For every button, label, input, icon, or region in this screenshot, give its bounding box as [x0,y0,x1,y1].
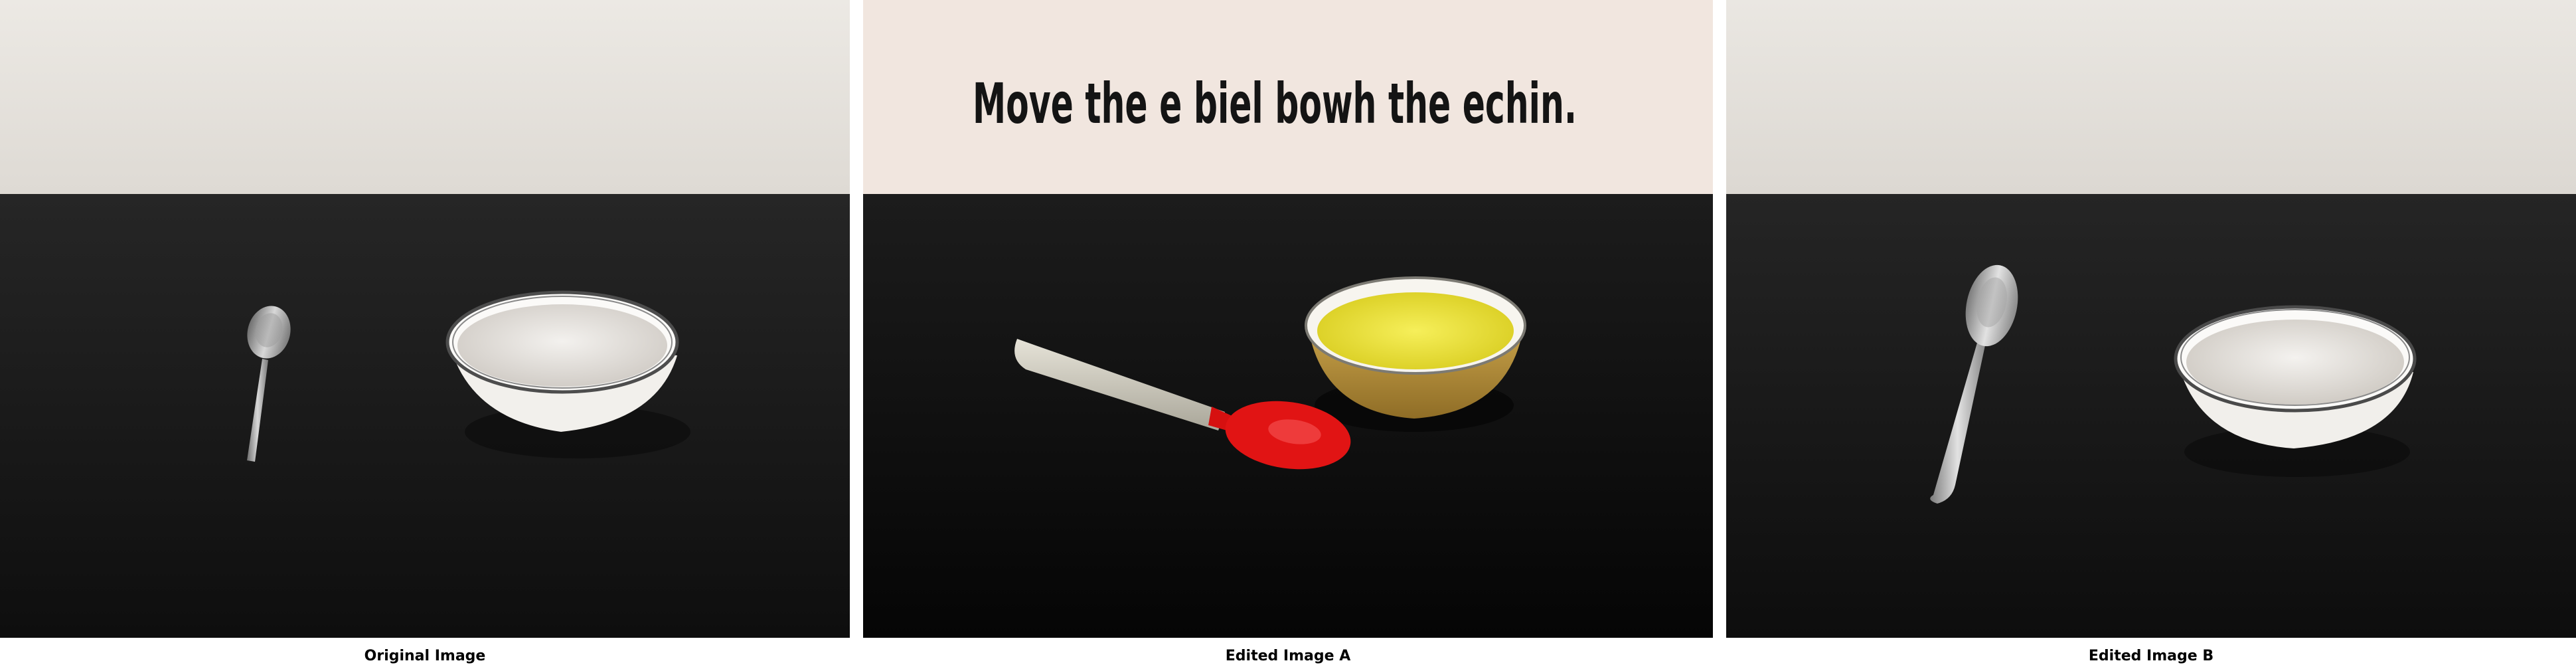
panel-edited-b: Edited Image B [1726,0,2576,671]
overlay-caption-text: Move the e biel bowh the echin. [973,71,1577,136]
original-photo [0,0,850,638]
caption-original: Original Image [364,648,486,664]
edited-b-photo [1726,0,2576,638]
panel-original: Original Image [0,0,850,671]
caption-edited-b: Edited Image B [2088,648,2214,664]
edited-a-photo: Move the e biel bowh the echin. [863,0,1713,638]
panel-edited-a: Move the e biel bowh the echin. Edited I… [863,0,1713,671]
caption-edited-a: Edited Image A [1225,648,1351,664]
